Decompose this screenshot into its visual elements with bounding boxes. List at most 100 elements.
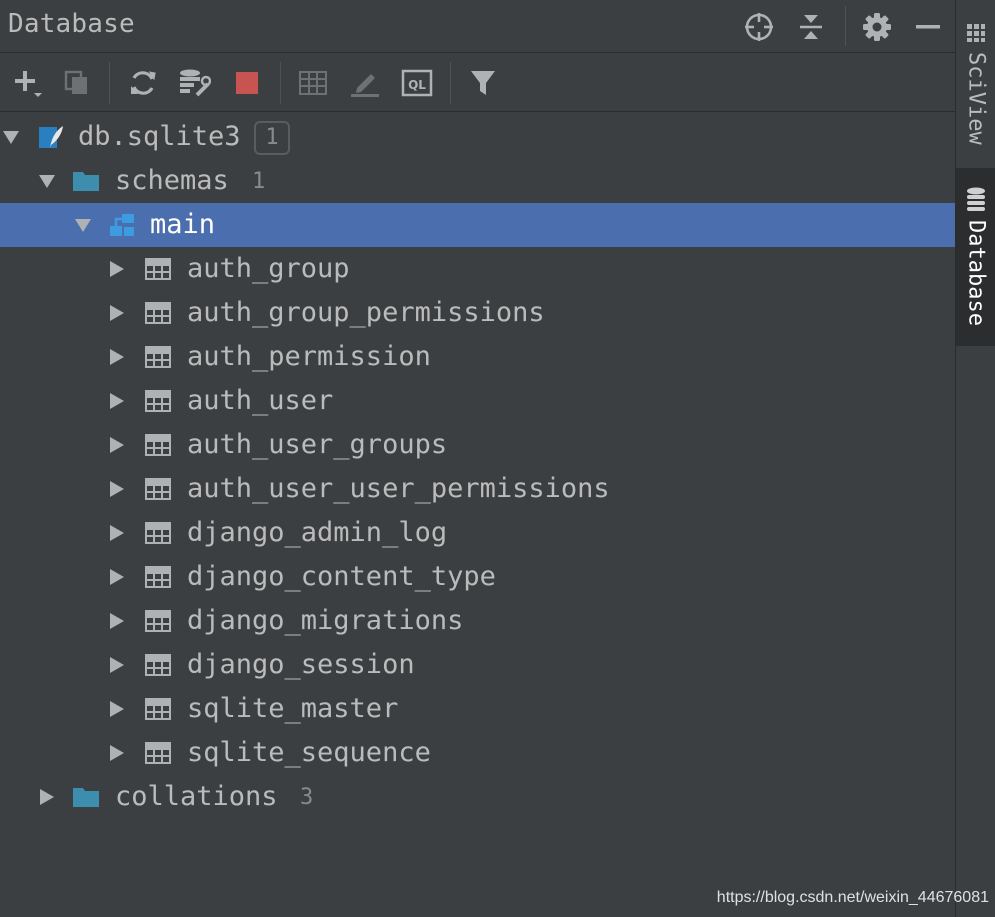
collapsed-arrow-icon[interactable] [38, 787, 56, 807]
tree-node-table[interactable]: django_content_type [0, 555, 955, 599]
filter-button[interactable] [464, 64, 502, 102]
right-tool-strip: SciView Database [955, 0, 995, 917]
toolbar-separator [109, 62, 110, 104]
tree-node-table[interactable]: django_session [0, 643, 955, 687]
tool-window-title: Database [8, 9, 135, 39]
stop-button[interactable] [228, 64, 266, 102]
main-schema-label: main [150, 209, 216, 240]
database-tree: db.sqlite3 1 schemas 1 main auth_group a… [0, 113, 955, 917]
sciview-tab[interactable]: SciView [956, 22, 995, 152]
refresh-icon [131, 71, 156, 95]
datasource-count-badge: 1 [254, 121, 290, 155]
duplicate-button[interactable] [58, 64, 96, 102]
table-label: django_migrations [187, 605, 464, 636]
schema-icon [110, 214, 134, 236]
collapse-all-button[interactable] [793, 9, 829, 45]
tree-node-table[interactable]: sqlite_master [0, 687, 955, 731]
folder-icon [73, 172, 99, 191]
collapsed-arrow-icon[interactable] [108, 655, 126, 675]
collapsed-arrow-icon[interactable] [108, 479, 126, 499]
collapsed-arrow-icon[interactable] [108, 391, 126, 411]
sciview-tab-label: SciView [963, 52, 989, 145]
settings-button[interactable] [859, 9, 895, 45]
database-tool-window: Database QL db.sqlite3 1 schemas 1 main … [0, 0, 995, 917]
expand-arrow-icon[interactable] [74, 215, 92, 235]
tree-node-table[interactable]: auth_permission [0, 335, 955, 379]
tree-node-table[interactable]: auth_group [0, 247, 955, 291]
tree-node-datasource[interactable]: db.sqlite3 1 [0, 115, 955, 159]
collapsed-arrow-icon[interactable] [108, 259, 126, 279]
scroll-from-source-button[interactable] [741, 9, 777, 45]
console-icon: QL [401, 69, 433, 97]
duplicate-icon [64, 70, 87, 94]
tree-node-table[interactable]: django_admin_log [0, 511, 955, 555]
table-icon [145, 478, 171, 500]
tool-window-header: Database [0, 0, 955, 53]
table-label: auth_group_permissions [187, 297, 545, 328]
table-icon [145, 522, 171, 544]
schemas-count: 1 [252, 169, 266, 194]
toolbar: QL [0, 54, 955, 112]
collations-label: collations [115, 781, 278, 812]
refresh-button[interactable] [124, 64, 162, 102]
collapsed-arrow-icon[interactable] [108, 435, 126, 455]
console-button[interactable]: QL [398, 64, 436, 102]
schemas-label: schemas [115, 165, 229, 196]
table-icon [145, 698, 171, 720]
collapsed-arrow-icon[interactable] [108, 743, 126, 763]
collations-count: 3 [300, 785, 314, 810]
tree-node-table[interactable]: auth_user_groups [0, 423, 955, 467]
crosshair-icon [745, 13, 773, 41]
table-label: sqlite_sequence [187, 737, 431, 768]
database-tab[interactable]: Database [956, 168, 995, 346]
toolbar-separator [280, 62, 281, 104]
gear-icon [863, 13, 891, 41]
add-button[interactable] [8, 64, 46, 102]
datasource-properties-button[interactable] [175, 64, 213, 102]
tree-node-table[interactable]: auth_user_user_permissions [0, 467, 955, 511]
collapsed-arrow-icon[interactable] [108, 567, 126, 587]
table-icon [145, 610, 171, 632]
tree-node-table[interactable]: auth_user [0, 379, 955, 423]
console-icon-text: QL [408, 78, 426, 92]
table-label: auth_user [187, 385, 334, 416]
collapsed-arrow-icon[interactable] [108, 611, 126, 631]
folder-icon [73, 788, 99, 807]
tree-node-schemas[interactable]: schemas 1 [0, 159, 955, 203]
table-editor-button[interactable] [294, 64, 332, 102]
edit-button[interactable] [346, 64, 384, 102]
table-icon [145, 346, 171, 368]
watermark: https://blog.csdn.net/weixin_44676081 [716, 889, 989, 906]
table-label: django_content_type [187, 561, 496, 592]
table-icon [145, 742, 171, 764]
sqlite-icon [39, 126, 63, 148]
database-icon [967, 187, 985, 211]
collapsed-arrow-icon[interactable] [108, 699, 126, 719]
expand-arrow-icon[interactable] [2, 127, 20, 147]
tree-node-collations[interactable]: collations 3 [0, 775, 955, 819]
table-icon [145, 302, 171, 324]
stop-icon [236, 72, 258, 94]
minimize-icon [916, 25, 940, 29]
database-tab-label: Database [963, 220, 989, 326]
tree-node-table[interactable]: auth_group_permissions [0, 291, 955, 335]
table-label: django_session [187, 649, 415, 680]
collapsed-arrow-icon[interactable] [108, 523, 126, 543]
edit-icon [351, 74, 379, 97]
expand-arrow-icon[interactable] [38, 171, 56, 191]
table-label: auth_user_user_permissions [187, 473, 610, 504]
filter-icon [471, 71, 495, 95]
table-label: sqlite_master [187, 693, 399, 724]
sciview-icon [967, 24, 985, 42]
header-separator [845, 6, 846, 46]
tree-node-table[interactable]: sqlite_sequence [0, 731, 955, 775]
minimize-button[interactable] [910, 9, 946, 45]
tree-node-table[interactable]: django_migrations [0, 599, 955, 643]
table-icon [145, 390, 171, 412]
collapse-all-icon [800, 15, 822, 39]
collapsed-arrow-icon[interactable] [108, 347, 126, 367]
table-label: auth_group [187, 253, 350, 284]
tree-node-main-schema[interactable]: main [0, 203, 955, 247]
table-icon [145, 654, 171, 676]
collapsed-arrow-icon[interactable] [108, 303, 126, 323]
